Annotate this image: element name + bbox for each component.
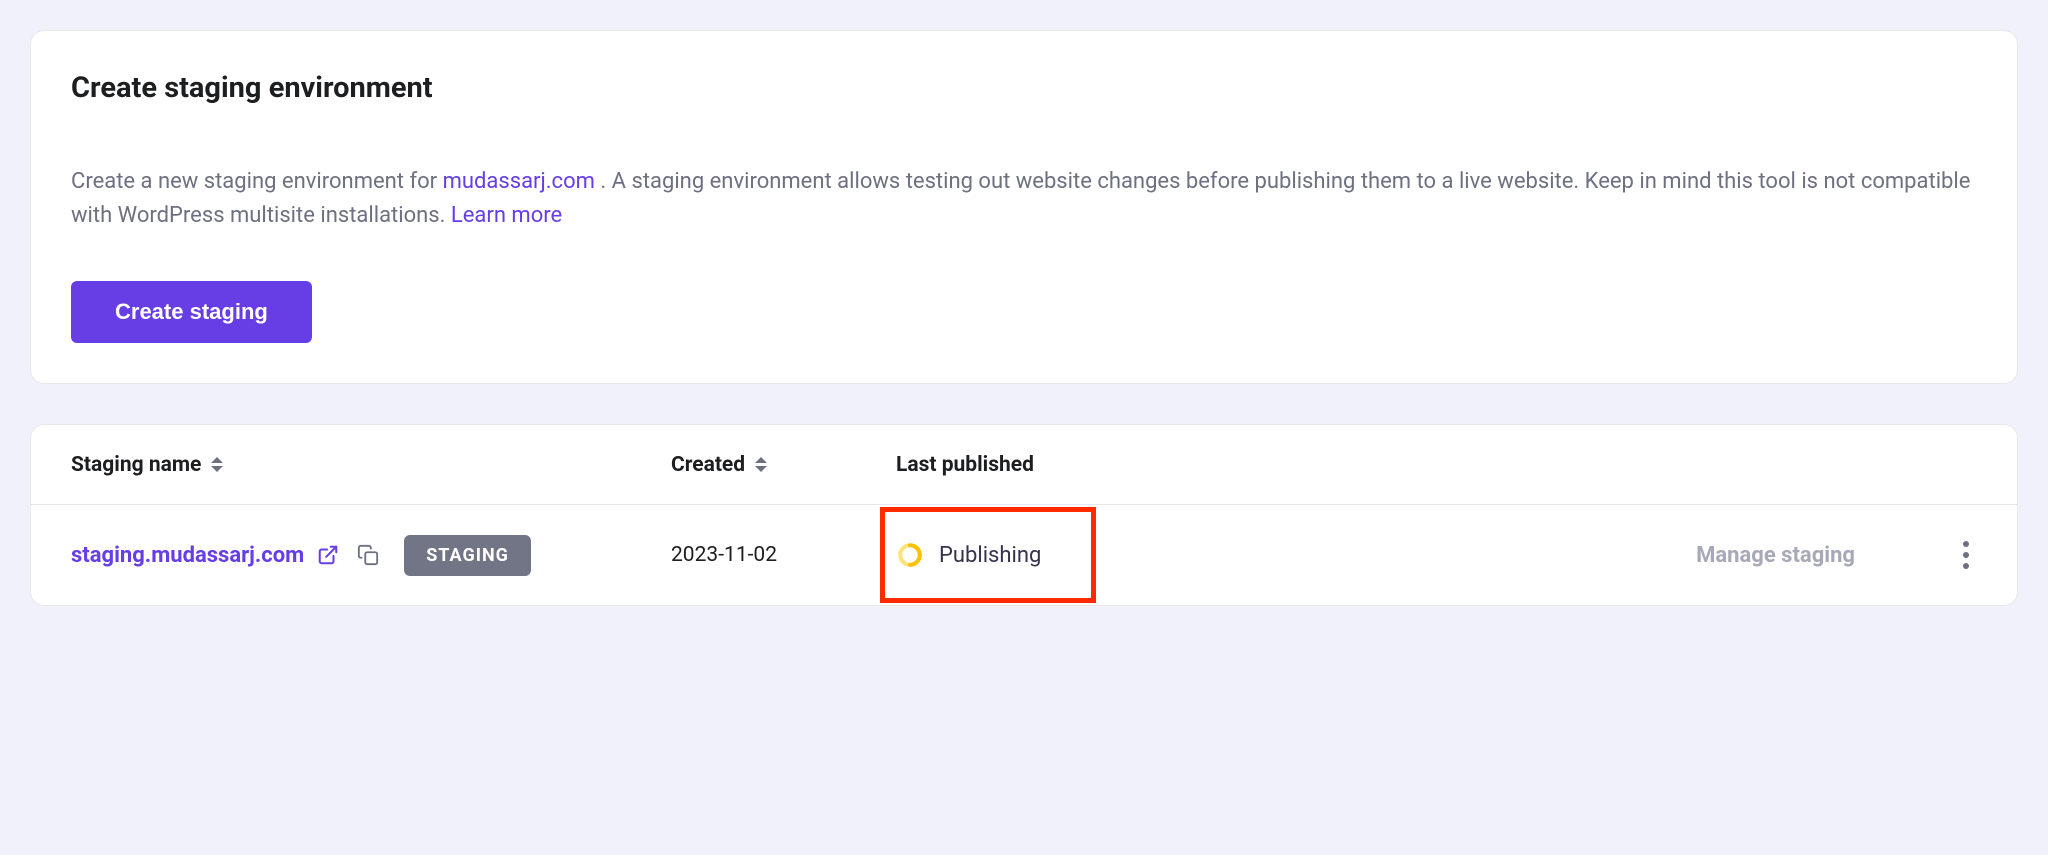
header-label: Created bbox=[671, 453, 745, 477]
external-link-icon[interactable] bbox=[314, 541, 342, 569]
header-staging-name[interactable]: Staging name bbox=[71, 453, 671, 477]
sort-icon[interactable] bbox=[211, 457, 223, 472]
header-last-published: Last published bbox=[896, 453, 1236, 477]
created-date: 2023-11-02 bbox=[671, 543, 777, 567]
manage-staging-button[interactable]: Manage staging bbox=[1696, 543, 1855, 568]
header-label: Last published bbox=[896, 453, 1034, 477]
row-actions-menu-icon[interactable] bbox=[1955, 533, 1977, 577]
domain-link[interactable]: mudassarj.com bbox=[443, 169, 595, 194]
create-staging-card: Create staging environment Create a new … bbox=[30, 30, 2018, 384]
desc-prefix: Create a new staging environment for bbox=[71, 169, 443, 194]
card-description: Create a new staging environment for mud… bbox=[71, 165, 1977, 233]
sort-icon[interactable] bbox=[755, 457, 767, 472]
publishing-status: Publishing bbox=[880, 507, 1096, 603]
staging-name-link[interactable]: staging.mudassarj.com bbox=[71, 543, 304, 568]
create-staging-button[interactable]: Create staging bbox=[71, 281, 312, 343]
learn-more-link[interactable]: Learn more bbox=[451, 203, 562, 228]
copy-icon[interactable] bbox=[354, 541, 382, 569]
header-created[interactable]: Created bbox=[671, 453, 896, 477]
status-text: Publishing bbox=[939, 543, 1041, 568]
staging-badge: STAGING bbox=[404, 535, 531, 576]
card-title: Create staging environment bbox=[71, 71, 1977, 105]
header-label: Staging name bbox=[71, 453, 201, 477]
table-row: staging.mudassarj.com STAGING bbox=[31, 505, 2017, 605]
spinner-icon bbox=[897, 542, 923, 568]
staging-table: Staging name Created Last published stag… bbox=[30, 424, 2018, 606]
table-header-row: Staging name Created Last published bbox=[31, 425, 2017, 505]
